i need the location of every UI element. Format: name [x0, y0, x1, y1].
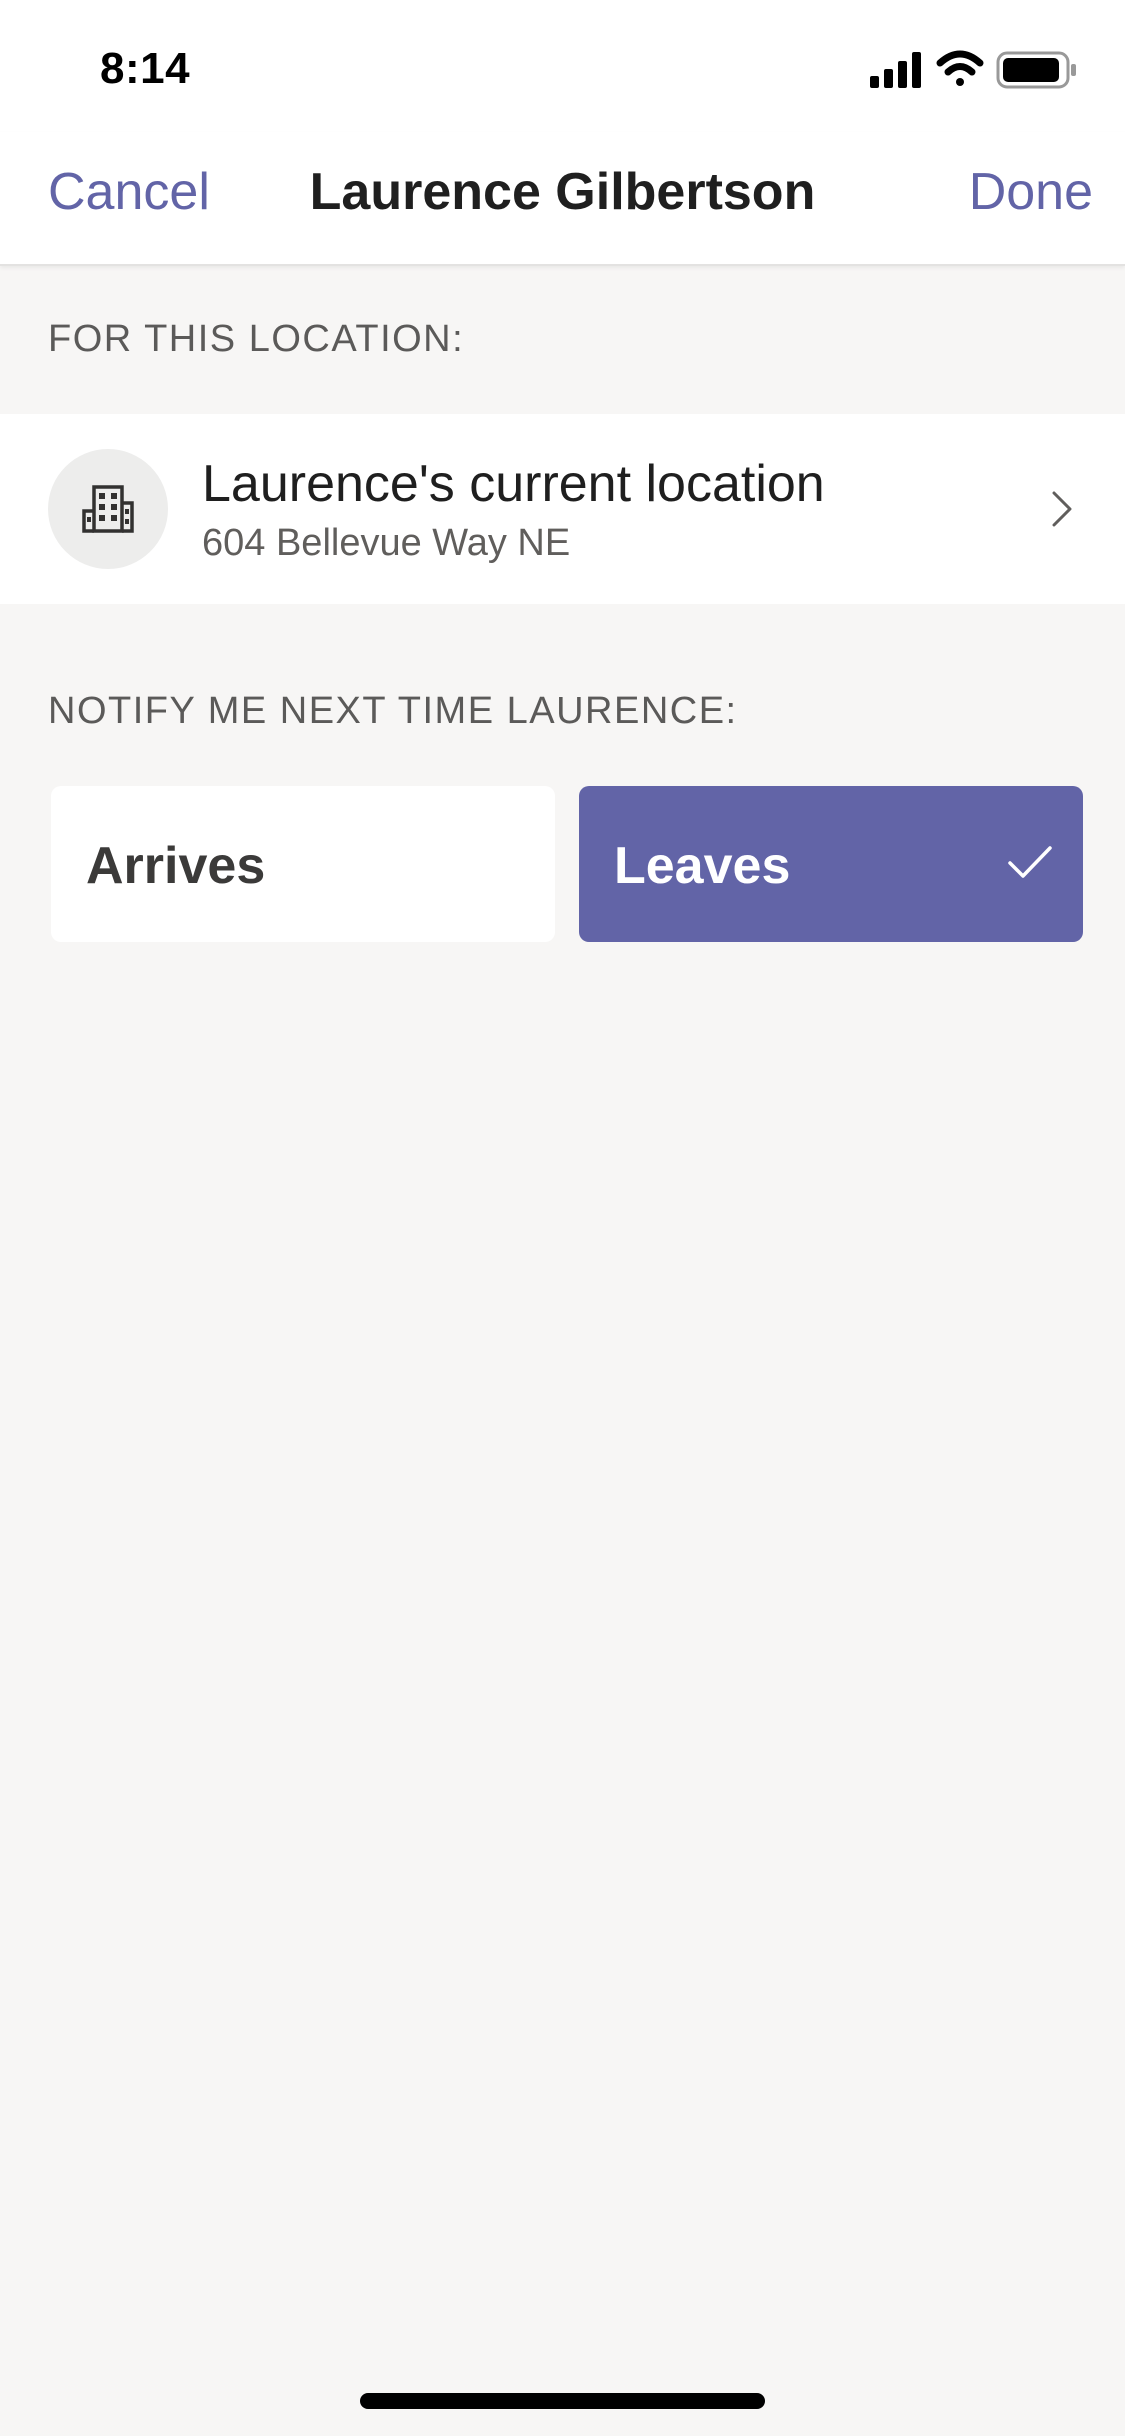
- status-time: 8:14: [100, 44, 191, 93]
- done-button[interactable]: Done: [969, 162, 1093, 222]
- home-indicator[interactable]: [360, 2393, 765, 2409]
- arrives-option[interactable]: Arrives: [51, 786, 555, 942]
- signal-icon: [870, 52, 921, 88]
- battery-icon: [996, 51, 1076, 89]
- location-address: 604 Bellevue Way NE: [202, 522, 571, 564]
- location-name: Laurence's current location: [202, 455, 825, 513]
- chevron-right-icon: [1052, 491, 1072, 527]
- status-icons: [870, 48, 1080, 92]
- leaves-option[interactable]: Leaves: [579, 786, 1083, 942]
- location-item[interactable]: Laurence's current location 604 Bellevue…: [0, 414, 1125, 604]
- cancel-button[interactable]: Cancel: [48, 162, 210, 222]
- status-bar: 8:14: [0, 0, 1125, 132]
- arrives-option-label: Arrives: [86, 837, 266, 895]
- location-avatar: [48, 449, 168, 569]
- leaves-option-label: Leaves: [614, 837, 791, 895]
- nav-bar: Laurence Gilbertson Cancel Done: [0, 132, 1125, 266]
- checkmark-icon: [1008, 846, 1052, 878]
- wifi-icon: [936, 50, 984, 86]
- location-section-header: FOR THIS LOCATION:: [48, 318, 465, 360]
- building-icon: [82, 485, 134, 533]
- notify-section-header: NOTIFY ME NEXT TIME LAURENCE:: [48, 690, 738, 732]
